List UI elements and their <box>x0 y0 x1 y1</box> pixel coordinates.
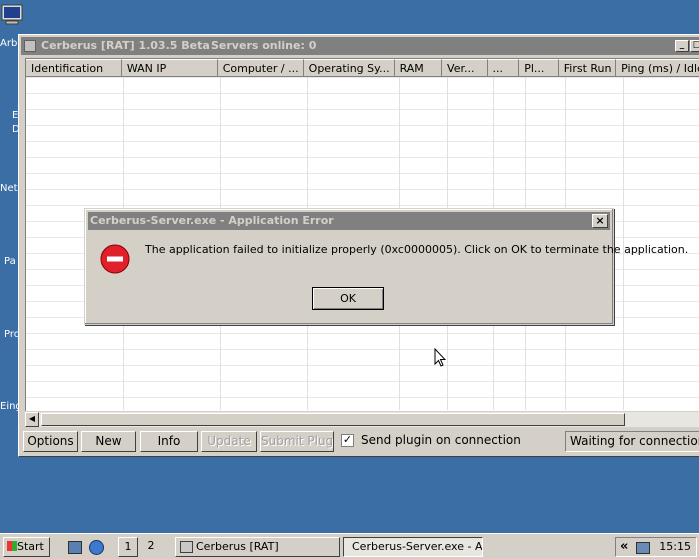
bottom-toolbar: Options New Info Update Submit Plugin ✓ … <box>23 431 699 453</box>
submit-plugin-button[interactable]: Submit Plugin <box>260 431 334 452</box>
desktop-icon-computer[interactable] <box>0 4 23 29</box>
clock: 15:15 <box>659 540 691 553</box>
window-icon <box>180 541 193 553</box>
pager-desktop-1[interactable]: 1 <box>118 537 138 557</box>
quicklaunch-desktop-icon[interactable] <box>68 541 82 554</box>
maximize-button[interactable]: □ <box>690 40 699 52</box>
send-plugin-label: Send plugin on connection <box>361 433 521 447</box>
quicklaunch-browser-icon[interactable] <box>89 540 104 555</box>
scroll-left-icon[interactable]: ◀ <box>25 412 39 427</box>
task-error-dialog[interactable]: Cerberus-Server.exe - A... <box>343 537 483 557</box>
column-header[interactable]: WAN IP <box>121 59 218 77</box>
tray-chevron[interactable]: « <box>620 539 628 554</box>
close-button[interactable]: × <box>592 214 608 228</box>
column-header[interactable]: Ver... <box>442 59 488 77</box>
network-icon[interactable] <box>636 542 650 554</box>
horizontal-scrollbar[interactable]: ◀ <box>25 411 699 427</box>
desktop-label: Pa <box>4 256 16 267</box>
error-icon <box>100 244 130 274</box>
update-button[interactable]: Update <box>201 431 257 452</box>
window-title: Cerberus [RAT] 1.03.5 Beta <box>41 39 210 52</box>
minimize-button[interactable]: _ <box>675 40 689 52</box>
send-plugin-checkbox[interactable]: ✓ <box>341 434 354 447</box>
error-dialog: Cerberus-Server.exe - Application Error … <box>84 208 688 325</box>
taskbar: Start 1 2 Cerberus [RAT] Cerberus-Server… <box>0 533 699 559</box>
column-header[interactable]: Computer / ... <box>217 59 304 77</box>
column-header[interactable]: ... <box>487 59 520 77</box>
column-header[interactable]: First Run <box>558 59 617 77</box>
table-header: Identification WAN IP Computer / ... Ope… <box>26 59 699 77</box>
column-header[interactable]: Identification <box>26 59 122 77</box>
ok-button[interactable]: OK <box>312 287 384 310</box>
column-header[interactable]: Operating Sy... <box>303 59 395 77</box>
pager-desktop-2[interactable]: 2 <box>141 537 161 557</box>
desktop-label: Arb <box>0 38 18 49</box>
windows-logo-icon <box>7 541 17 551</box>
column-header[interactable]: RAM <box>394 59 443 77</box>
task-cerberus-rat[interactable]: Cerberus [RAT] <box>175 537 340 557</box>
status-text: Waiting for connections on <box>565 431 699 452</box>
error-message: The application failed to initialize pro… <box>145 243 689 256</box>
computer-icon <box>1 4 23 25</box>
new-button[interactable]: New <box>81 431 136 452</box>
system-tray: « 15:15 <box>615 537 697 557</box>
scrollbar-thumb[interactable] <box>41 413 625 426</box>
column-header[interactable]: Ping (ms) / Idle <box>616 59 699 77</box>
error-dialog-titlebar[interactable]: Cerberus-Server.exe - Application Error … <box>88 212 610 230</box>
column-header[interactable]: Pl... <box>519 59 559 77</box>
info-button[interactable]: Info <box>140 431 198 452</box>
app-icon <box>24 40 36 52</box>
main-titlebar[interactable]: Cerberus [RAT] 1.03.5 Beta Servers onlin… <box>21 37 699 55</box>
mouse-cursor-icon <box>434 348 446 367</box>
error-dialog-title: Cerberus-Server.exe - Application Error <box>90 214 334 227</box>
start-button[interactable]: Start <box>3 537 50 557</box>
options-button[interactable]: Options <box>23 431 78 452</box>
servers-online: Servers online: 0 <box>211 39 317 52</box>
